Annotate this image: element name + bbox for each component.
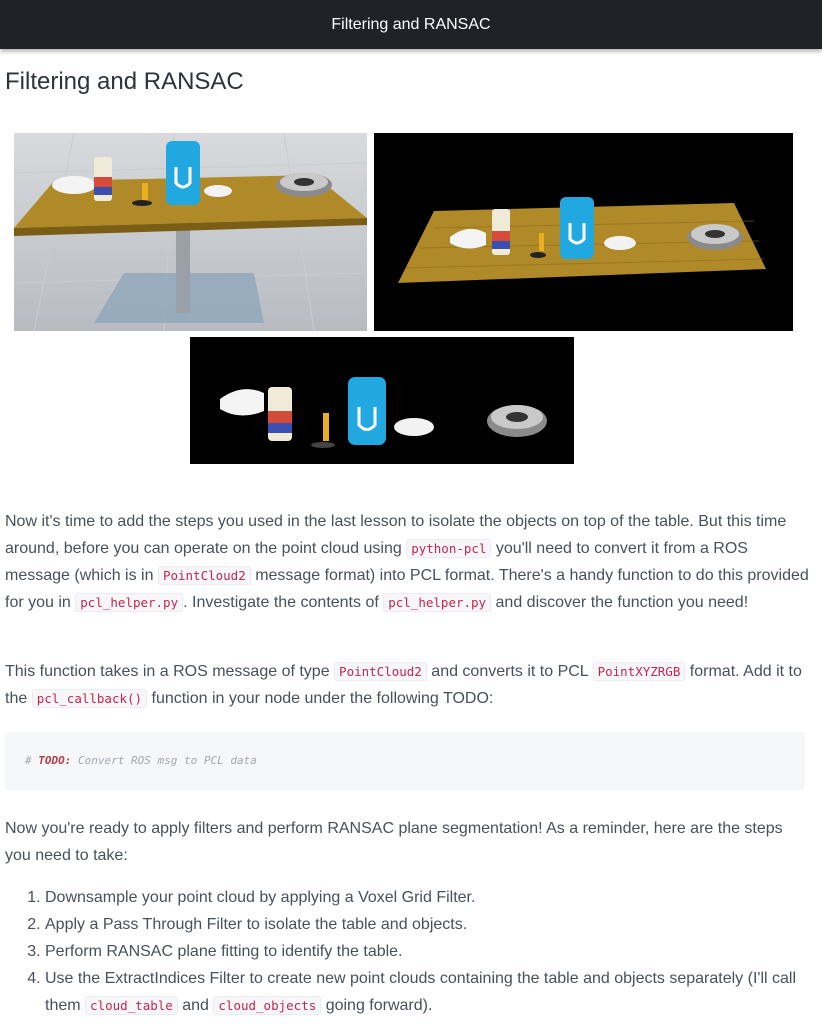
- code-line: # TODO: Convert ROS msg to PCL data: [25, 754, 257, 767]
- inline-code: python-pcl: [406, 539, 492, 558]
- list-item: Apply a Pass Through Filter to isolate t…: [45, 911, 810, 938]
- code-comment-text: Convert ROS msg to PCL data: [71, 754, 257, 767]
- gazebo-scene-image: [14, 133, 367, 331]
- paragraph-steps-intro: Now you're ready to apply filters and pe…: [5, 820, 783, 864]
- code-block: # TODO: Convert ROS msg to PCL data: [5, 732, 805, 790]
- top-bar: Filtering and RANSAC: [0, 0, 822, 49]
- inline-code: cloud_objects: [213, 996, 322, 1015]
- list-item: Use the ExtractIndices Filter to create …: [45, 965, 810, 1019]
- point-cloud-scene-image: [374, 133, 793, 331]
- text-span: . Investigate the contents of: [183, 594, 384, 611]
- inline-code: PointXYZRGB: [592, 662, 686, 681]
- filtered-objects-image: [190, 337, 574, 464]
- paragraph-function: This function takes in a ROS message of …: [5, 658, 810, 712]
- code-comment-hash: #: [25, 754, 39, 767]
- inline-code: pcl_helper.py: [383, 593, 492, 612]
- list-item: Perform RANSAC plane fitting to identify…: [45, 938, 810, 965]
- inline-code: pcl_helper.py: [75, 593, 184, 612]
- text-span: and: [177, 997, 214, 1014]
- list-item: Downsample your point cloud by applying …: [45, 884, 810, 911]
- text-span: and discover the function you need!: [491, 594, 749, 611]
- text-span: and converts it to PCL: [426, 663, 593, 680]
- text-span: This function takes in a ROS message of …: [5, 663, 335, 680]
- text-span: going forward).: [321, 997, 433, 1014]
- code-todo-keyword: TODO:: [38, 754, 72, 767]
- page-title: Filtering and RANSAC: [5, 68, 244, 95]
- inline-code: PointCloud2: [157, 566, 251, 585]
- paragraph-intro: Now it's time to add the steps you used …: [5, 508, 810, 616]
- text-span: function in your node under the followin…: [147, 690, 494, 707]
- inline-code: PointCloud2: [334, 662, 427, 681]
- inline-code: cloud_table: [85, 996, 178, 1015]
- steps-list: Downsample your point cloud by applying …: [5, 884, 810, 1019]
- header-title: Filtering and RANSAC: [331, 15, 491, 33]
- inline-code: pcl_callback(): [31, 689, 148, 708]
